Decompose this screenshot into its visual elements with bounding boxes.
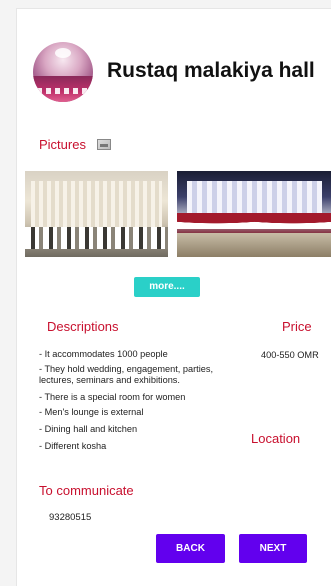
back-button[interactable]: BACK bbox=[156, 534, 225, 563]
description-item: - Men's lounge is external bbox=[39, 407, 144, 417]
image-icon bbox=[97, 139, 111, 150]
photo-2-stage bbox=[177, 233, 331, 257]
hall-details-screen: Rustaq malakiya hall Pictures more.... D… bbox=[16, 8, 331, 586]
hall-avatar bbox=[33, 42, 93, 102]
avatar-light bbox=[55, 48, 71, 58]
photo-2-curtain bbox=[187, 181, 322, 217]
hall-photo-2[interactable] bbox=[177, 171, 331, 257]
hall-photo-1[interactable] bbox=[25, 171, 168, 257]
contact-label: To communicate bbox=[39, 483, 134, 498]
descriptions-label: Descriptions bbox=[47, 319, 119, 334]
hall-title: Rustaq malakiya hall bbox=[107, 59, 315, 82]
description-item: - Different kosha bbox=[39, 441, 107, 451]
location-label[interactable]: Location bbox=[251, 431, 300, 446]
price-label: Price bbox=[282, 319, 312, 334]
descriptions-list: - It accommodates 1000 people - They hol… bbox=[39, 349, 229, 458]
photo-1-curtain bbox=[31, 181, 162, 231]
description-item: - Dining hall and kitchen bbox=[39, 424, 138, 434]
photo-1-people bbox=[25, 227, 168, 249]
more-pictures-button[interactable]: more.... bbox=[134, 277, 200, 297]
description-item: - They hold wedding, engagement, parties… bbox=[39, 364, 213, 385]
photo-2-drape bbox=[177, 213, 331, 229]
avatar-tables bbox=[37, 88, 89, 94]
pictures-label: Pictures bbox=[39, 137, 86, 152]
next-button[interactable]: NEXT bbox=[239, 534, 307, 563]
phone-number[interactable]: 93280515 bbox=[49, 512, 91, 523]
description-item: - It accommodates 1000 people bbox=[39, 349, 168, 359]
price-value: 400-550 OMR bbox=[261, 350, 319, 360]
description-item: - There is a special room for women bbox=[39, 392, 186, 402]
